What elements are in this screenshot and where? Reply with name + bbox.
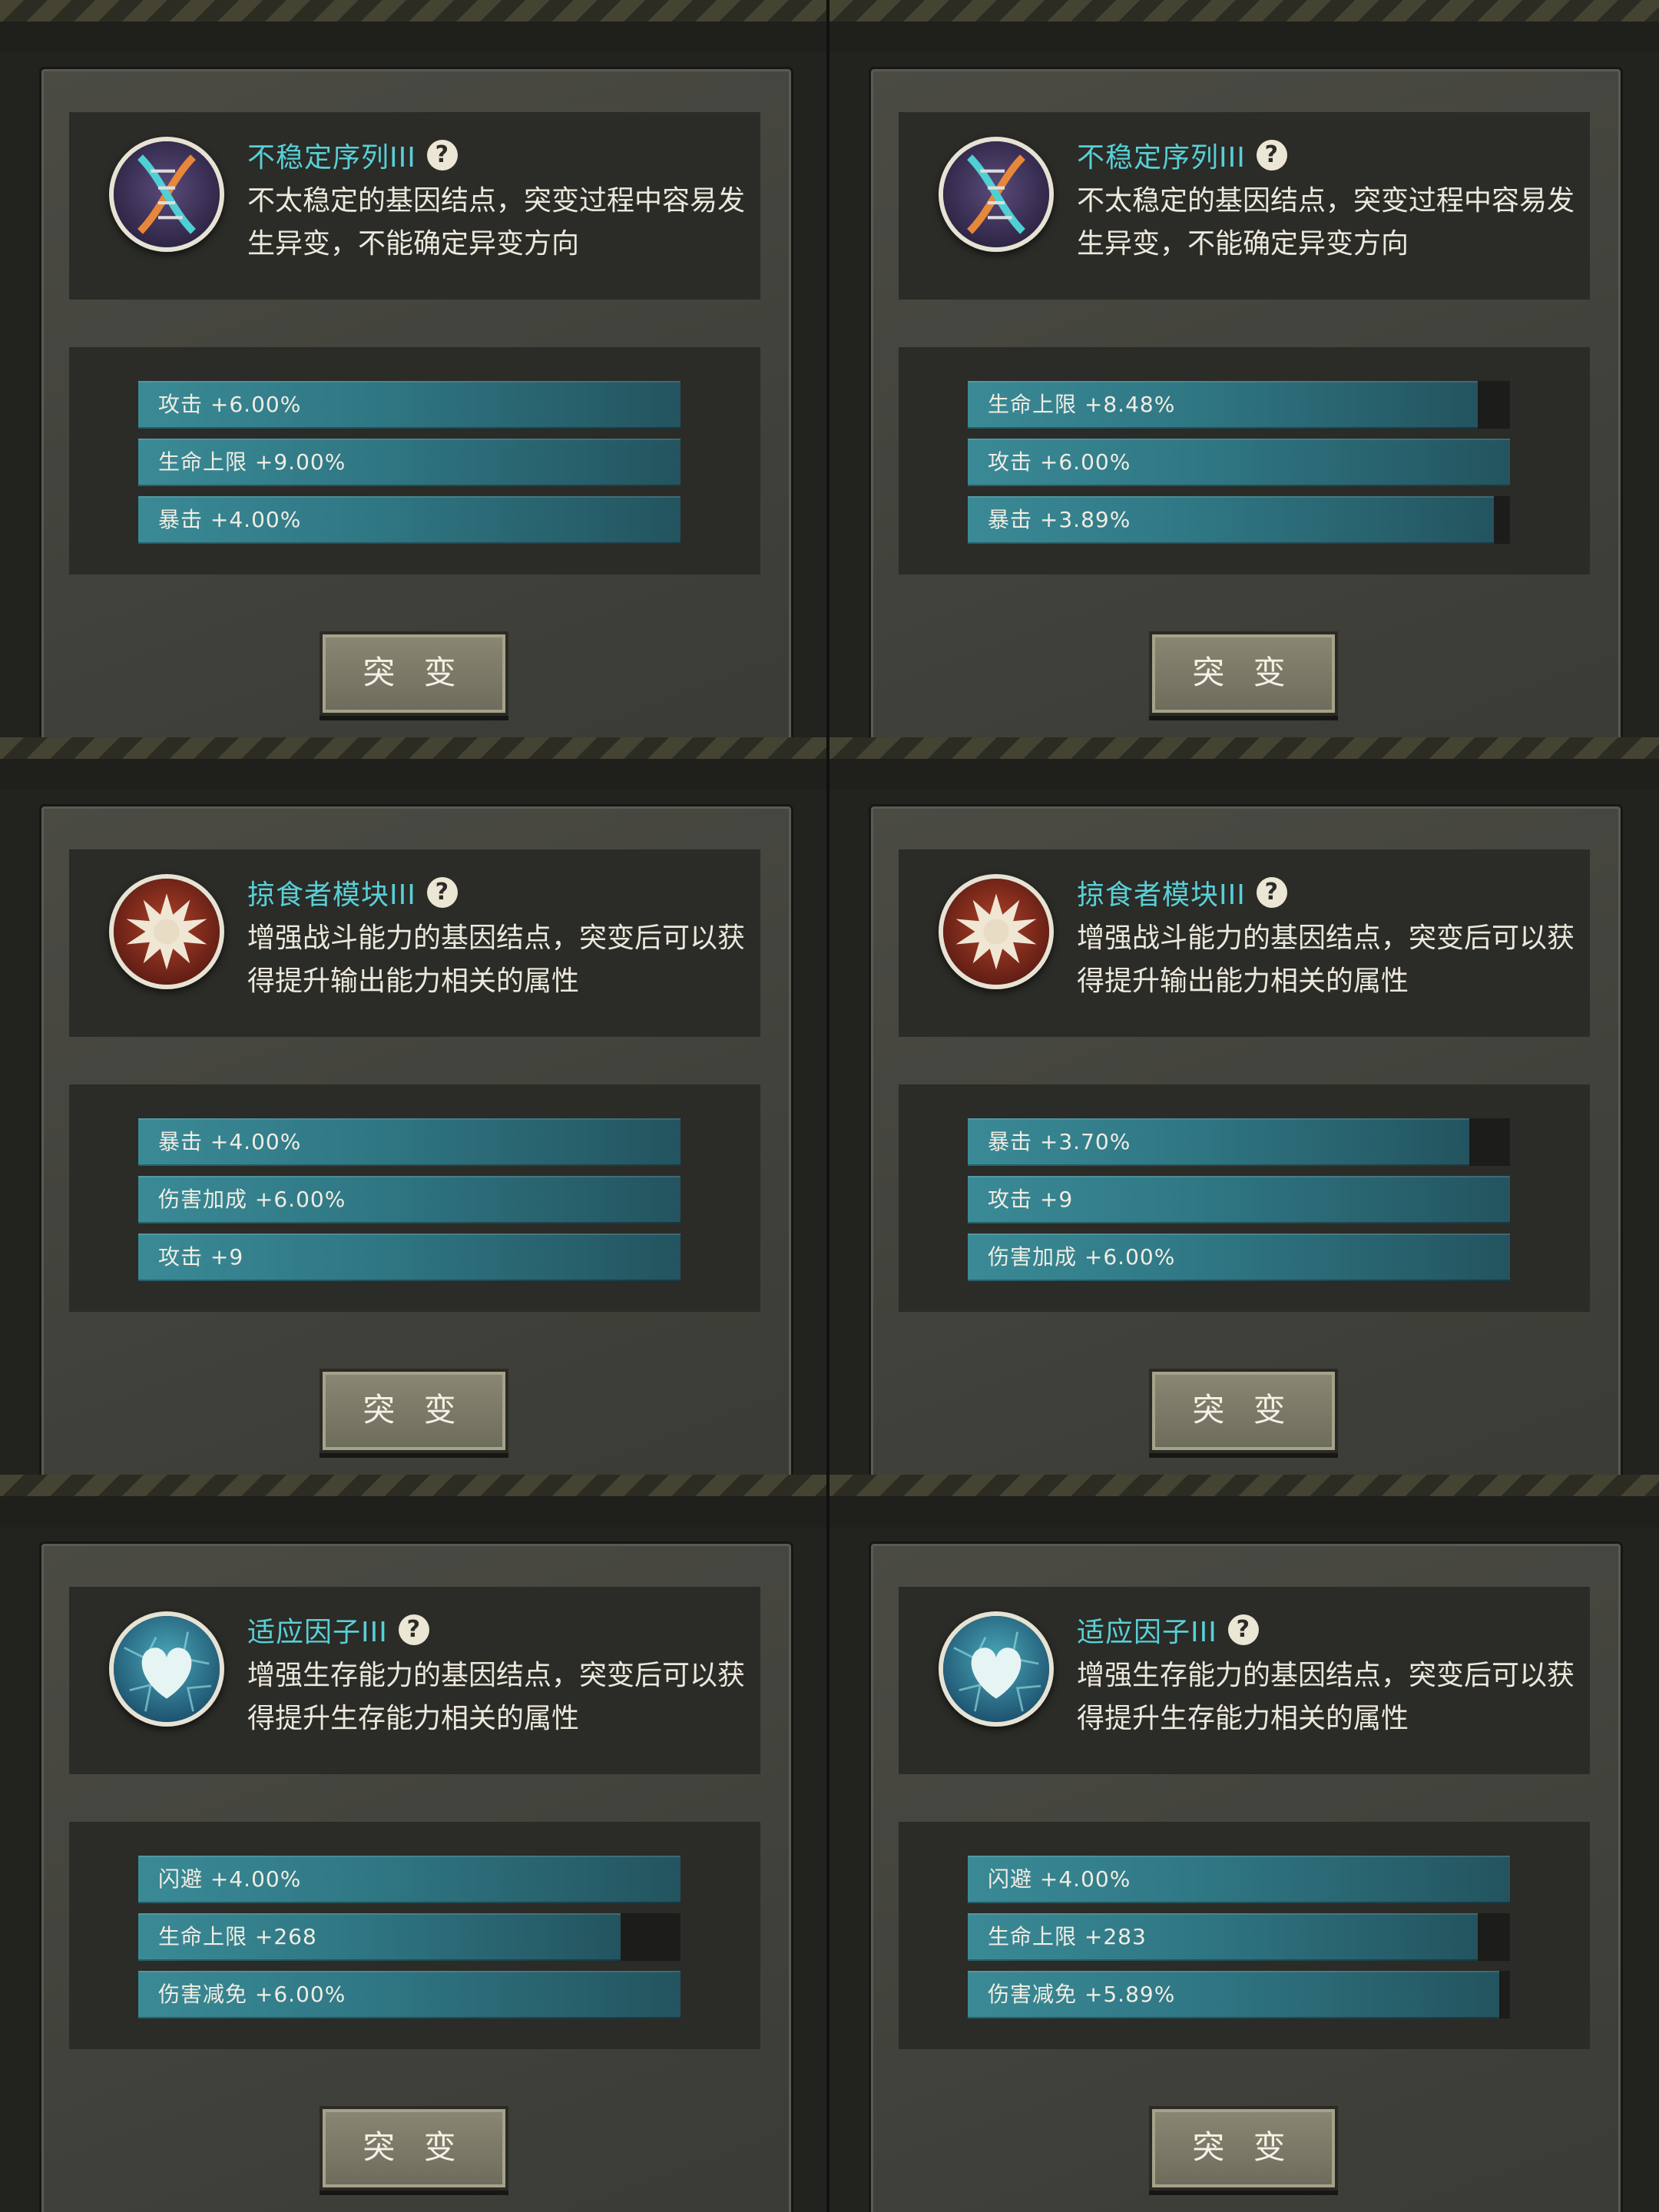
top-bar	[830, 759, 1659, 790]
predator-burst-icon	[109, 874, 224, 989]
hazard-stripe	[0, 1475, 826, 1496]
mutate-button[interactable]: 突 变	[1149, 1369, 1338, 1453]
stat-bar: 闪避 +4.00%	[138, 1856, 680, 1903]
stat-label: 闪避 +4.00%	[158, 1866, 302, 1892]
stat-label: 生命上限 +8.48%	[988, 392, 1176, 417]
gene-info: 适应因子III ? 增强生存能力的基因结点，突变后可以获得提升生存能力相关的属性	[899, 1587, 1590, 1774]
mutation-card: 掠食者模块III ? 增强战斗能力的基因结点，突变后可以获得提升输出能力相关的属…	[0, 737, 830, 1475]
help-icon[interactable]: ?	[426, 877, 458, 908]
stat-bar: 伤害加成 +6.00%	[968, 1233, 1510, 1281]
stat-label: 暴击 +4.00%	[158, 507, 302, 532]
mutation-card: 适应因子III ? 增强生存能力的基因结点，突变后可以获得提升生存能力相关的属性…	[0, 1475, 830, 2212]
help-icon[interactable]: ?	[1256, 877, 1287, 908]
mutate-button[interactable]: 突 变	[320, 631, 508, 716]
stat-label: 攻击 +9	[988, 1187, 1074, 1212]
mutation-grid: 不稳定序列III ? 不太稳定的基因结点，突变过程中容易发生异变，不能确定异变方…	[0, 0, 1659, 2212]
gene-title: 掠食者模块III ?	[247, 873, 458, 912]
stat-bar: 攻击 +9	[968, 1176, 1510, 1224]
gene-info: 不稳定序列III ? 不太稳定的基因结点，突变过程中容易发生异变，不能确定异变方…	[899, 112, 1590, 300]
mutate-button[interactable]: 突 变	[320, 2106, 508, 2190]
stat-bar: 攻击 +9	[138, 1233, 680, 1281]
mutate-button[interactable]: 突 变	[1149, 2106, 1338, 2190]
top-bar	[0, 22, 826, 52]
stat-bar: 生命上限 +8.48%	[968, 381, 1510, 429]
stat-label: 攻击 +6.00%	[158, 392, 302, 417]
stat-bar: 暴击 +3.70%	[968, 1118, 1510, 1166]
help-icon[interactable]: ?	[398, 1614, 429, 1645]
stat-label: 攻击 +9	[158, 1244, 244, 1270]
stat-bar: 暴击 +4.00%	[138, 496, 680, 544]
hazard-stripe	[830, 1475, 1659, 1496]
mutation-card: 掠食者模块III ? 增强战斗能力的基因结点，突变后可以获得提升输出能力相关的属…	[830, 737, 1659, 1475]
hazard-stripe	[0, 737, 826, 759]
gene-title-text: 不稳定序列III	[247, 142, 416, 174]
gene-title-text: 不稳定序列III	[1077, 142, 1246, 174]
predator-burst-icon	[939, 874, 1054, 989]
stat-label: 暴击 +3.70%	[988, 1129, 1131, 1154]
heart-shield-icon	[109, 1611, 224, 1727]
gene-title: 不稳定序列III ?	[247, 135, 458, 175]
stat-bar: 闪避 +4.00%	[968, 1856, 1510, 1903]
mutation-card: 适应因子III ? 增强生存能力的基因结点，突变后可以获得提升生存能力相关的属性…	[830, 1475, 1659, 2212]
gene-description: 增强战斗能力的基因结点，突变后可以获得提升输出能力相关的属性	[247, 922, 746, 997]
mutation-card: 不稳定序列III ? 不太稳定的基因结点，突变过程中容易发生异变，不能确定异变方…	[0, 0, 830, 737]
stat-bar: 暴击 +3.89%	[968, 496, 1510, 544]
stat-label: 生命上限 +9.00%	[158, 449, 346, 475]
stat-label: 伤害加成 +6.00%	[158, 1187, 346, 1212]
stat-label: 生命上限 +268	[158, 1924, 317, 1949]
gene-description: 不太稳定的基因结点，突变过程中容易发生异变，不能确定异变方向	[247, 185, 746, 260]
gene-description: 增强生存能力的基因结点，突变后可以获得提升生存能力相关的属性	[247, 1660, 746, 1734]
gene-description: 不太稳定的基因结点，突变过程中容易发生异变，不能确定异变方向	[1077, 185, 1575, 260]
mutate-button[interactable]: 突 变	[1149, 631, 1338, 716]
mutate-button[interactable]: 突 变	[320, 1369, 508, 1453]
stat-label: 攻击 +6.00%	[988, 449, 1131, 475]
gene-title: 不稳定序列III ?	[1077, 135, 1287, 175]
stat-label: 伤害加成 +6.00%	[988, 1244, 1176, 1270]
stat-bar: 生命上限 +268	[138, 1913, 680, 1961]
gene-info: 不稳定序列III ? 不太稳定的基因结点，突变过程中容易发生异变，不能确定异变方…	[69, 112, 760, 300]
gene-description: 增强生存能力的基因结点，突变后可以获得提升生存能力相关的属性	[1077, 1660, 1575, 1734]
gene-title: 适应因子III ?	[247, 1610, 429, 1650]
gene-title: 适应因子III ?	[1077, 1610, 1259, 1650]
hazard-stripe	[830, 0, 1659, 22]
stat-bar: 攻击 +6.00%	[138, 381, 680, 429]
stat-label: 暴击 +3.89%	[988, 507, 1131, 532]
stat-bar: 生命上限 +283	[968, 1913, 1510, 1961]
help-icon[interactable]: ?	[1256, 140, 1287, 171]
gene-info: 掠食者模块III ? 增强战斗能力的基因结点，突变后可以获得提升输出能力相关的属…	[899, 849, 1590, 1037]
top-bar	[0, 1496, 826, 1527]
stat-label: 闪避 +4.00%	[988, 1866, 1131, 1892]
gene-info: 掠食者模块III ? 增强战斗能力的基因结点，突变后可以获得提升输出能力相关的属…	[69, 849, 760, 1037]
top-bar	[830, 22, 1659, 52]
stat-bar: 伤害加成 +6.00%	[138, 1176, 680, 1224]
help-icon[interactable]: ?	[1227, 1614, 1259, 1645]
gene-title-text: 掠食者模块III	[1077, 879, 1246, 911]
gene-title: 掠食者模块III ?	[1077, 873, 1287, 912]
stat-bar: 生命上限 +9.00%	[138, 439, 680, 486]
top-bar	[830, 1496, 1659, 1527]
gene-title-text: 适应因子III	[1077, 1617, 1217, 1648]
dna-icon	[109, 137, 224, 252]
help-icon[interactable]: ?	[426, 140, 458, 171]
stat-label: 伤害减免 +5.89%	[988, 1982, 1176, 2007]
hazard-stripe	[0, 0, 826, 22]
stat-label: 暴击 +4.00%	[158, 1129, 302, 1154]
stat-label: 生命上限 +283	[988, 1924, 1147, 1949]
stat-bar: 伤害减免 +5.89%	[968, 1971, 1510, 2018]
gene-title-text: 适应因子III	[247, 1617, 388, 1648]
stat-bar: 伤害减免 +6.00%	[138, 1971, 680, 2018]
gene-description: 增强战斗能力的基因结点，突变后可以获得提升输出能力相关的属性	[1077, 922, 1575, 997]
gene-title-text: 掠食者模块III	[247, 879, 416, 911]
mutation-card: 不稳定序列III ? 不太稳定的基因结点，突变过程中容易发生异变，不能确定异变方…	[830, 0, 1659, 737]
stat-bar: 攻击 +6.00%	[968, 439, 1510, 486]
heart-shield-icon	[939, 1611, 1054, 1727]
top-bar	[0, 759, 826, 790]
gene-info: 适应因子III ? 增强生存能力的基因结点，突变后可以获得提升生存能力相关的属性	[69, 1587, 760, 1774]
stat-label: 伤害减免 +6.00%	[158, 1982, 346, 2007]
hazard-stripe	[830, 737, 1659, 759]
dna-icon	[939, 137, 1054, 252]
stat-bar: 暴击 +4.00%	[138, 1118, 680, 1166]
